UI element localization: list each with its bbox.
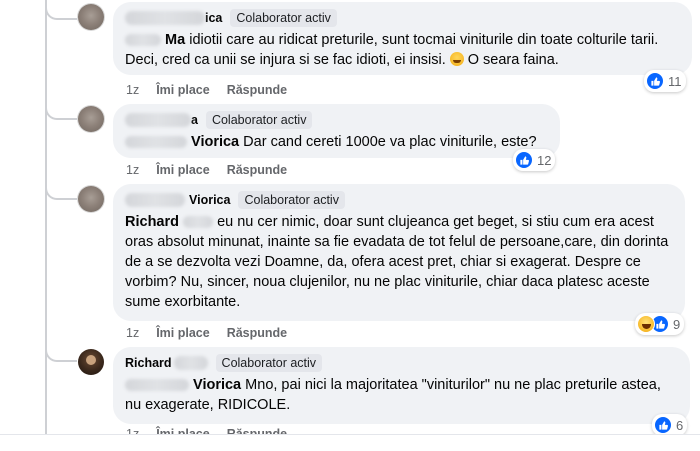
- reaction-count: 6: [676, 417, 684, 433]
- timestamp[interactable]: 1z: [126, 163, 139, 177]
- reaction-summary[interactable]: 12: [513, 149, 556, 171]
- like-button[interactable]: Îmi place: [156, 326, 210, 340]
- thread-branch: [45, 0, 77, 20]
- mention-tag[interactable]: Richard: [125, 214, 179, 230]
- comment-text: Viorica Mno, pai nici la majoritatea "vi…: [125, 377, 661, 413]
- reaction-summary[interactable]: 9: [635, 313, 685, 335]
- blurred-name: [125, 136, 187, 149]
- reaction-count: 12: [537, 152, 552, 168]
- like-button[interactable]: Îmi place: [156, 163, 210, 177]
- comment-actions: 1z Îmi place Răspunde: [126, 83, 287, 97]
- thread-branch: [45, 180, 77, 200]
- like-icon: [646, 72, 664, 90]
- mention-tag[interactable]: Viorica: [193, 377, 241, 393]
- reply-button[interactable]: Răspunde: [227, 326, 287, 340]
- comment-text: Richard eu nu cer nimic, doar sunt cluje…: [125, 214, 669, 310]
- mention-tag[interactable]: Ma: [165, 32, 185, 48]
- reaction-summary[interactable]: 6: [652, 414, 688, 436]
- laughing-emoji-icon: [449, 52, 464, 66]
- comment-actions: 1z Îmi place Răspunde: [126, 163, 287, 177]
- blurred-name: [125, 34, 161, 47]
- reaction-summary[interactable]: 11: [644, 70, 686, 92]
- timestamp[interactable]: 1z: [126, 326, 139, 340]
- avatar[interactable]: [78, 106, 104, 132]
- thread-line: [45, 0, 47, 434]
- blurred-name: [125, 11, 205, 25]
- avatar[interactable]: [78, 186, 104, 212]
- haha-icon: [637, 315, 655, 333]
- status-badge: Colaborator activ: [230, 9, 337, 27]
- author-name[interactable]: ica: [205, 11, 222, 25]
- comment-text: Ma idiotii care au ridicat preturile, su…: [125, 32, 659, 68]
- comment-text: Viorica Dar cand cereti 1000e va plac vi…: [125, 132, 548, 152]
- comment-bubble: ica Colaborator activ Ma idiotii care au…: [113, 2, 692, 75]
- status-badge: Colaborator activ: [215, 354, 323, 372]
- avatar[interactable]: [78, 4, 104, 30]
- like-button[interactable]: Îmi place: [156, 83, 210, 97]
- reaction-count: 9: [673, 316, 681, 332]
- reaction-count: 11: [668, 73, 682, 89]
- thread-branch: [45, 342, 77, 362]
- reply-button[interactable]: Răspunde: [227, 163, 287, 177]
- avatar[interactable]: [78, 349, 104, 375]
- reply-button[interactable]: Răspunde: [227, 83, 287, 97]
- author-name[interactable]: Viorica: [189, 193, 230, 207]
- status-badge: Colaborator activ: [238, 191, 345, 209]
- thread-branch: [45, 100, 77, 120]
- comment-bubble: Richard Colaborator activ Viorica Mno, p…: [113, 347, 690, 424]
- author-name[interactable]: a: [191, 113, 198, 127]
- comment-bubble: Viorica Colaborator activ Richard eu nu …: [113, 184, 685, 321]
- status-badge: Colaborator activ: [205, 111, 313, 129]
- bottom-edge: [0, 434, 700, 451]
- like-icon: [654, 416, 672, 434]
- author-name[interactable]: Richard: [125, 356, 172, 370]
- timestamp[interactable]: 1z: [126, 83, 139, 97]
- comment-actions: 1z Îmi place Răspunde: [126, 326, 287, 340]
- mention-tag[interactable]: Viorica: [191, 134, 239, 150]
- comment-bubble: a Colaborator activ Viorica Dar cand cer…: [113, 104, 560, 158]
- blurred-name: [125, 193, 185, 207]
- blurred-name: [183, 216, 214, 229]
- blurred-name: [125, 113, 191, 127]
- like-icon: [515, 151, 533, 169]
- blurred-name: [125, 379, 189, 392]
- blurred-name: [173, 356, 208, 370]
